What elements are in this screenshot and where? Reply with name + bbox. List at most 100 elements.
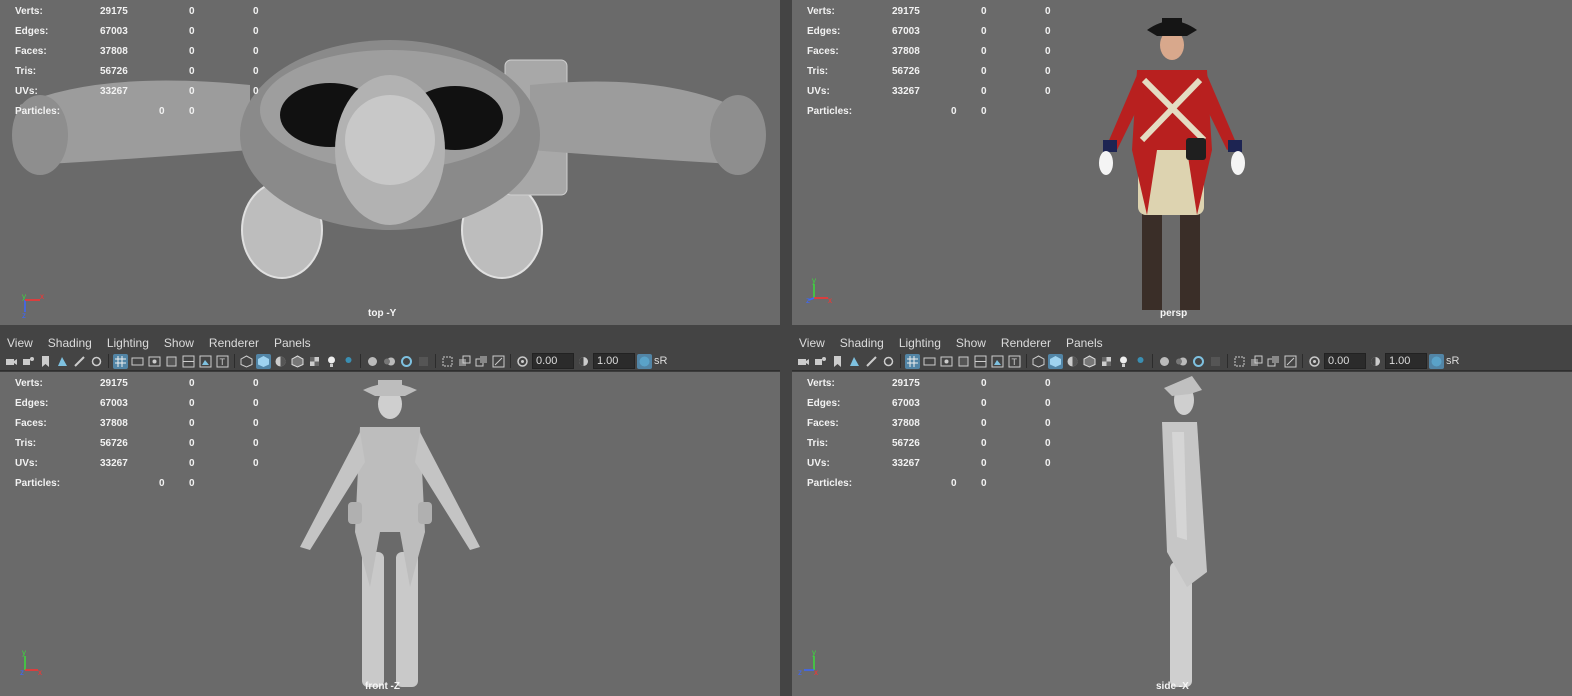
color-management-icon[interactable] xyxy=(637,353,652,369)
colorspace-label[interactable]: sR xyxy=(1446,355,1459,367)
stat-row: Tris: 56726 0 0 xyxy=(807,66,1051,77)
xray-icon[interactable] xyxy=(1249,354,1264,369)
stat-row: Faces: 37808 0 0 xyxy=(807,418,1051,429)
image-plane-icon[interactable] xyxy=(55,354,70,369)
viewport-top[interactable]: Verts: 29175 0 0 Edges: 67003 0 0 Faces: 37808 0… xyxy=(0,0,780,325)
gate-mask-icon[interactable] xyxy=(164,354,179,369)
viewport-front[interactable]: Verts: 29175 0 0 Edges: 67003 0 0 Faces: 37808 0… xyxy=(0,372,780,696)
grid-icon[interactable] xyxy=(113,353,128,369)
xray-joints-icon[interactable] xyxy=(1266,354,1281,369)
pan-zoom-icon[interactable] xyxy=(89,354,104,369)
wireframe-on-shaded-icon[interactable] xyxy=(290,354,305,369)
toolbar-separator xyxy=(1026,354,1027,368)
motion-blur-icon[interactable] xyxy=(1174,354,1189,369)
gamma-icon[interactable] xyxy=(576,354,591,369)
stat-row: Tris: 56726 0 0 xyxy=(807,438,1051,449)
xray-components-icon[interactable] xyxy=(491,354,506,369)
exposure-icon[interactable] xyxy=(1307,354,1322,369)
safe-title-icon[interactable]: T xyxy=(1007,354,1022,369)
menu-renderer[interactable]: Renderer xyxy=(202,336,267,350)
field-chart-icon[interactable] xyxy=(181,354,196,369)
color-management-icon[interactable] xyxy=(1429,353,1444,369)
menu-lighting[interactable]: Lighting xyxy=(892,336,949,350)
svg-text:y: y xyxy=(812,276,816,285)
menu-panels[interactable]: Panels xyxy=(267,336,319,350)
isolate-select-icon[interactable] xyxy=(440,354,455,369)
grease-pencil-icon[interactable] xyxy=(864,354,879,369)
camera-attributes-icon[interactable] xyxy=(813,354,828,369)
shadows-icon[interactable] xyxy=(341,354,356,369)
camera-icon[interactable] xyxy=(796,354,811,369)
wireframe-on-shaded-icon[interactable] xyxy=(1082,354,1097,369)
svg-text:x: x xyxy=(814,668,818,676)
isolate-select-icon[interactable] xyxy=(1232,354,1247,369)
toolbar-separator xyxy=(360,354,361,368)
menu-shading[interactable]: Shading xyxy=(41,336,100,350)
axis-gizmo-icon: y z x xyxy=(798,648,818,676)
lights-icon[interactable] xyxy=(1116,354,1131,369)
wireframe-icon[interactable] xyxy=(239,354,254,369)
menu-show[interactable]: Show xyxy=(157,336,202,350)
film-gate-icon[interactable] xyxy=(130,354,145,369)
shadows-icon[interactable] xyxy=(1133,354,1148,369)
resolution-gate-icon[interactable] xyxy=(147,354,162,369)
grease-pencil-icon[interactable] xyxy=(72,354,87,369)
exposure-field[interactable]: 0.00 xyxy=(1324,353,1366,369)
menu-view[interactable]: View xyxy=(0,336,41,350)
lights-icon[interactable] xyxy=(324,354,339,369)
default-material-icon[interactable] xyxy=(1065,354,1080,369)
xray-joints-icon[interactable] xyxy=(474,354,489,369)
bookmark-icon[interactable] xyxy=(38,354,53,369)
depth-of-field-icon[interactable] xyxy=(416,354,431,369)
textured-icon[interactable] xyxy=(307,354,322,369)
viewport-side[interactable]: Verts: 29175 0 0 Edges: 67003 0 0 Faces: 37808 0… xyxy=(792,372,1572,696)
menu-shading[interactable]: Shading xyxy=(833,336,892,350)
motion-blur-icon[interactable] xyxy=(382,354,397,369)
menu-show[interactable]: Show xyxy=(949,336,994,350)
menu-view[interactable]: View xyxy=(792,336,833,350)
camera-icon[interactable] xyxy=(4,354,19,369)
wireframe-icon[interactable] xyxy=(1031,354,1046,369)
field-chart-icon[interactable] xyxy=(973,354,988,369)
anti-aliasing-icon[interactable] xyxy=(399,354,414,369)
svg-text:z: z xyxy=(798,668,802,676)
grid-icon[interactable] xyxy=(905,353,920,369)
xray-components-icon[interactable] xyxy=(1283,354,1298,369)
pan-zoom-icon[interactable] xyxy=(881,354,896,369)
safe-action-icon[interactable] xyxy=(198,354,213,369)
exposure-field[interactable]: 0.00 xyxy=(532,353,574,369)
camera-attributes-icon[interactable] xyxy=(21,354,36,369)
camera-label: top -Y xyxy=(368,308,397,319)
smooth-shade-icon[interactable] xyxy=(256,353,271,369)
smooth-shade-icon[interactable] xyxy=(1048,353,1063,369)
image-plane-icon[interactable] xyxy=(847,354,862,369)
gamma-icon[interactable] xyxy=(1368,354,1383,369)
gamma-field[interactable]: 1.00 xyxy=(1385,353,1427,369)
menu-panels[interactable]: Panels xyxy=(1059,336,1111,350)
ambient-occlusion-icon[interactable] xyxy=(365,354,380,369)
exposure-icon[interactable] xyxy=(515,354,530,369)
safe-action-icon[interactable] xyxy=(990,354,1005,369)
depth-of-field-icon[interactable] xyxy=(1208,354,1223,369)
resolution-gate-icon[interactable] xyxy=(939,354,954,369)
safe-title-icon[interactable]: T xyxy=(215,354,230,369)
viewport-persp[interactable]: Verts: 29175 0 0 Edges: 67003 0 0 Faces: 37808 0… xyxy=(792,0,1572,325)
stat-row: Tris: 56726 0 0 xyxy=(15,438,259,449)
menu-lighting[interactable]: Lighting xyxy=(100,336,157,350)
gamma-field[interactable]: 1.00 xyxy=(593,353,635,369)
default-material-icon[interactable] xyxy=(273,354,288,369)
textured-icon[interactable] xyxy=(1099,354,1114,369)
gate-mask-icon[interactable] xyxy=(956,354,971,369)
film-gate-icon[interactable] xyxy=(922,354,937,369)
stat-row: Particles: 0 0 xyxy=(15,478,195,489)
xray-icon[interactable] xyxy=(457,354,472,369)
toolbar-separator xyxy=(900,354,901,368)
anti-aliasing-icon[interactable] xyxy=(1191,354,1206,369)
menu-renderer[interactable]: Renderer xyxy=(994,336,1059,350)
pane-divider-vertical[interactable] xyxy=(780,0,792,696)
svg-text:x: x xyxy=(40,292,44,301)
ambient-occlusion-icon[interactable] xyxy=(1157,354,1172,369)
svg-text:y: y xyxy=(22,292,26,301)
colorspace-label[interactable]: sR xyxy=(654,355,667,367)
bookmark-icon[interactable] xyxy=(830,354,845,369)
